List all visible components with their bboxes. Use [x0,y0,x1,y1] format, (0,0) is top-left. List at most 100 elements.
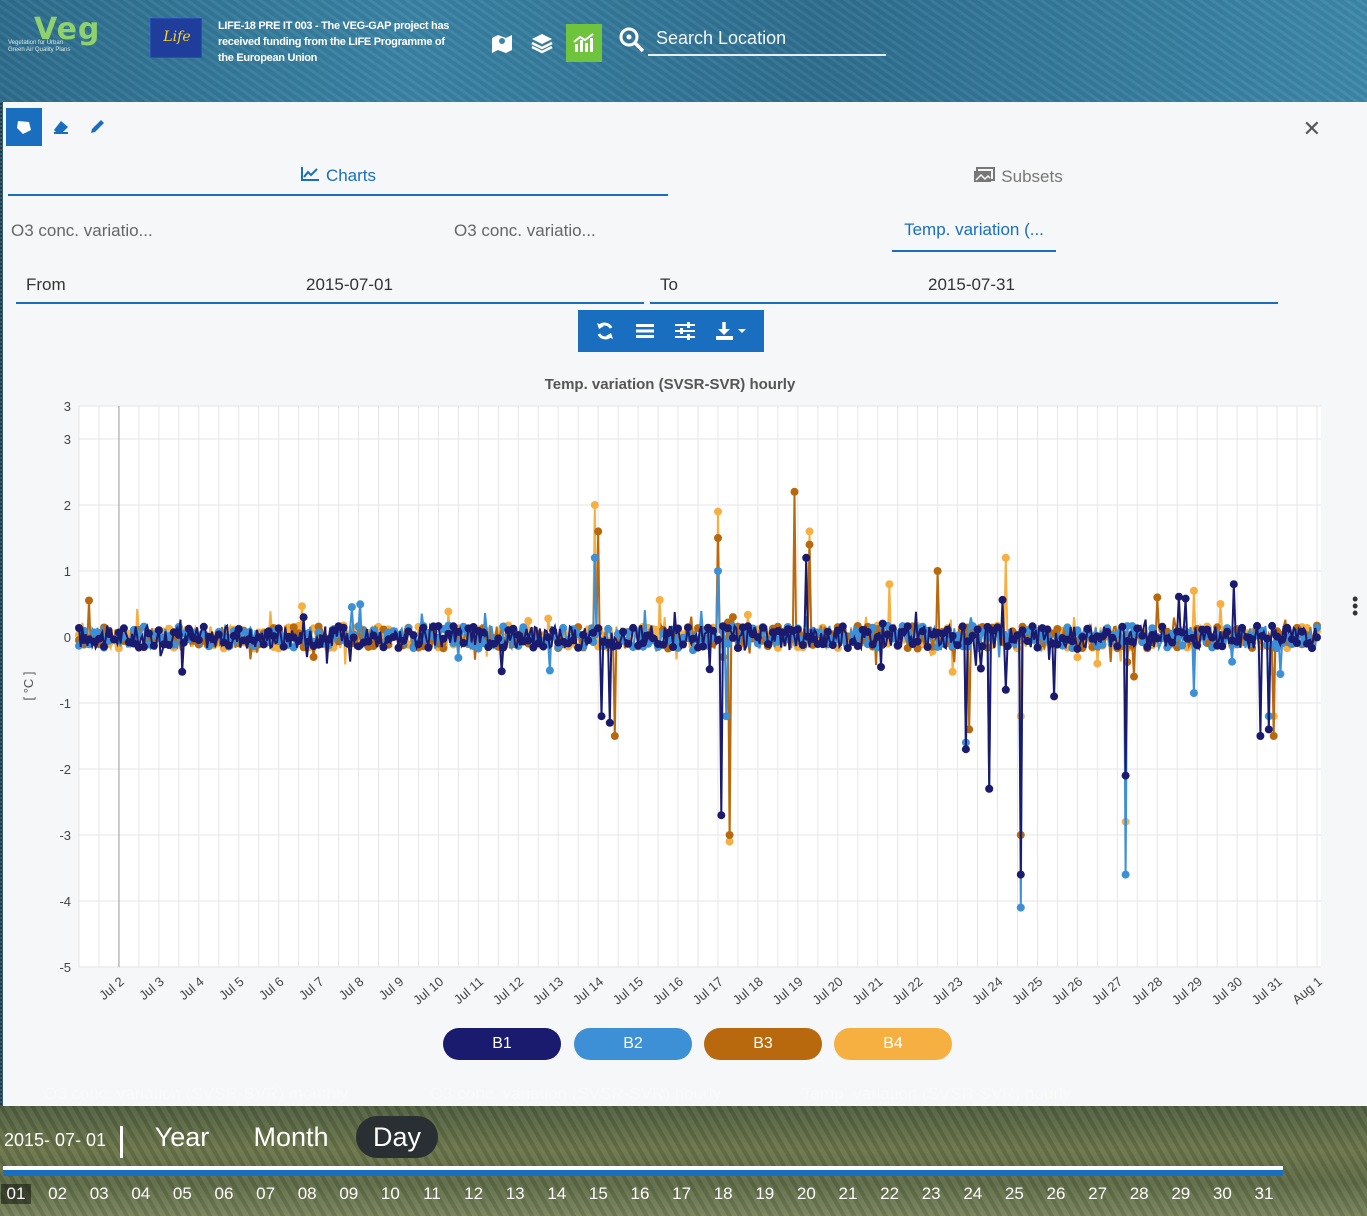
map-marker-icon[interactable] [484,24,520,62]
x-tick-label: Jul 14 [570,974,606,1008]
legend-b2[interactable]: B2 [574,1028,692,1060]
subtab-o3-hourly[interactable]: O3 conc. variatio... [454,210,884,252]
day-21[interactable]: 21 [833,1184,863,1204]
day-10[interactable]: 10 [375,1184,405,1204]
day-31[interactable]: 31 [1249,1184,1279,1204]
pencil-icon[interactable] [79,108,115,146]
line-chart: 3 3 2 1 0 -1 -2 -3 -4 -5 [ °C ] Jul 2 Jul 3 Jul 4 Jul … [21,399,1325,1008]
eraser-icon[interactable] [43,108,79,146]
x-tick-label: Jul 9 [376,974,407,1003]
data-point-b1 [139,642,148,651]
day-02[interactable]: 02 [43,1184,73,1204]
data-point-b4 [590,501,599,509]
x-tick-label: Jul 24 [969,974,1005,1008]
data-point-b1 [199,622,208,631]
day-07[interactable]: 07 [251,1184,281,1204]
data-point-b1 [1133,624,1142,633]
download-icon[interactable] [708,310,756,352]
day-09[interactable]: 09 [334,1184,364,1204]
x-tick-label: Jul 8 [336,974,367,1003]
y-tick-label: -3 [59,828,71,843]
day-01[interactable]: 01 [1,1184,31,1204]
data-point-b1 [1128,637,1137,646]
day-16[interactable]: 16 [625,1184,655,1204]
data-point-b1 [314,640,323,649]
ghost-item-3: Temp. variation (SVSR-SVR) hourly [802,1084,1072,1103]
data-point-b1 [863,628,872,636]
day-05[interactable]: 05 [167,1184,197,1204]
legend-b3[interactable]: B3 [704,1028,822,1060]
day-12[interactable]: 12 [459,1184,489,1204]
day-24[interactable]: 24 [958,1184,988,1204]
day-08[interactable]: 08 [292,1184,322,1204]
day-04[interactable]: 04 [126,1184,156,1204]
chart-icon[interactable] [566,24,602,62]
data-point-b1 [178,667,187,676]
data-point-b1 [1153,634,1162,643]
sliders-icon[interactable] [668,310,702,352]
x-tick-label: Jul 17 [690,974,726,1008]
more-options-icon[interactable]: • • • [1352,590,1360,622]
data-point-b1 [75,624,83,632]
data-point-b3 [1130,672,1138,681]
data-point-b4 [743,610,752,619]
period-year[interactable]: Year [148,1116,216,1158]
day-26[interactable]: 26 [1041,1184,1071,1204]
from-label: From [26,275,66,294]
day-28[interactable]: 28 [1124,1184,1154,1204]
data-point-b1 [1253,621,1262,630]
polygon-select-tool[interactable] [6,108,42,146]
tab-charts[interactable]: Charts [8,158,668,196]
subtab-temp-hourly[interactable]: Temp. variation (... [892,210,1056,252]
day-25[interactable]: 25 [999,1184,1029,1204]
search-bar[interactable] [618,22,886,56]
y-tick-label: 3 [64,399,71,414]
list-icon[interactable] [628,310,662,352]
day-13[interactable]: 13 [500,1184,530,1204]
period-day[interactable]: Day [356,1116,438,1158]
day-17[interactable]: 17 [667,1184,697,1204]
to-date-field[interactable]: To 2015-07-31 [650,266,1278,304]
day-06[interactable]: 06 [209,1184,239,1204]
data-point-b1 [584,636,593,645]
day-30[interactable]: 30 [1207,1184,1237,1204]
x-tick-label: Jul 19 [770,974,806,1008]
subtab-o3-monthly[interactable]: O3 conc. variatio... [11,210,441,252]
data-point-b1 [1308,644,1316,653]
day-23[interactable]: 23 [916,1184,946,1204]
to-label: To [660,275,678,294]
y-tick-label: -2 [59,762,71,777]
legend-b1[interactable]: B1 [443,1028,561,1060]
data-point-b4 [1093,659,1102,668]
search-input[interactable] [648,22,886,56]
day-27[interactable]: 27 [1083,1184,1113,1204]
day-03[interactable]: 03 [84,1184,114,1204]
data-point-b4 [544,614,553,623]
data-point-b1 [948,632,957,640]
day-11[interactable]: 11 [417,1184,447,1204]
day-18[interactable]: 18 [708,1184,738,1204]
close-icon[interactable]: ✕ [1303,116,1321,142]
from-date-field[interactable]: From 2015-07-01 [16,266,644,304]
data-point-b1 [1050,692,1059,701]
data-point-b2 [604,624,613,633]
day-29[interactable]: 29 [1166,1184,1196,1204]
refresh-icon[interactable] [588,310,622,352]
data-point-b4 [948,667,957,676]
data-point-b1 [1118,622,1127,631]
layers-icon[interactable] [524,24,560,62]
period-month[interactable]: Month [244,1116,338,1158]
data-point-b1 [234,625,243,634]
day-14[interactable]: 14 [542,1184,572,1204]
data-point-b1 [229,631,238,640]
day-20[interactable]: 20 [791,1184,821,1204]
legend-b4[interactable]: B4 [834,1028,952,1060]
day-19[interactable]: 19 [750,1184,780,1204]
timeline-slider[interactable] [3,1166,1283,1176]
day-15[interactable]: 15 [583,1184,613,1204]
data-point-b1 [968,631,977,640]
data-point-b1 [639,639,648,647]
eu-flag-icon: Life [150,18,202,58]
day-22[interactable]: 22 [875,1184,905,1204]
tab-subsets[interactable]: Subsets [668,158,1367,196]
